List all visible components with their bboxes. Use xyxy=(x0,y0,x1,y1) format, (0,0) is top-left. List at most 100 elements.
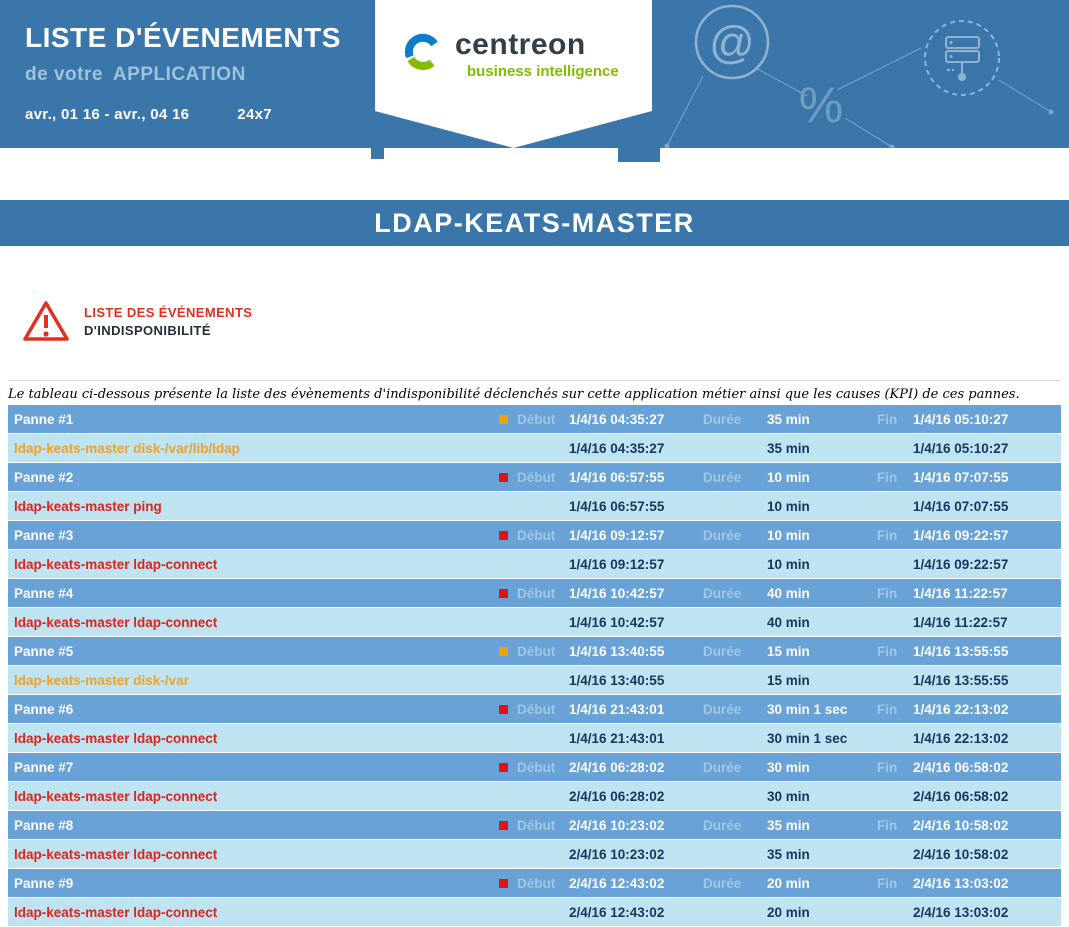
severity-indicator xyxy=(499,647,508,656)
kpi-name: ldap-keats-master disk-/var/lib/ldap xyxy=(14,441,499,456)
end-label: Fin xyxy=(877,644,913,659)
end-value: 2/4/16 06:58:02 xyxy=(913,789,1061,804)
logo-tagline: business intelligence xyxy=(467,63,619,80)
start-value: 1/4/16 09:12:57 xyxy=(569,528,703,543)
kpi-detail-row: ldap-keats-master ldap-connect 1/4/16 09… xyxy=(8,550,1061,578)
event-name: Panne #8 xyxy=(14,818,499,833)
percent-symbol: % xyxy=(799,77,843,133)
duration-label: Durée xyxy=(703,586,767,601)
duration-value: 30 min xyxy=(767,789,877,804)
severity-indicator xyxy=(499,879,508,888)
end-value: 2/4/16 10:58:02 xyxy=(913,818,1061,833)
severity-indicator-cell xyxy=(499,412,517,427)
event-name: Panne #3 xyxy=(14,528,499,543)
severity-indicator xyxy=(499,705,508,714)
end-value: 1/4/16 05:10:27 xyxy=(913,412,1061,427)
event-header-row: Panne #2 Début 1/4/16 06:57:55 Durée 10 … xyxy=(8,463,1061,491)
severity-indicator-cell xyxy=(499,702,517,717)
start-value: 1/4/16 10:42:57 xyxy=(569,586,703,601)
duration-label: Durée xyxy=(703,818,767,833)
banner-text-block: LISTE D'ÉVENEMENTS de votreAPPLICATION a… xyxy=(25,22,341,123)
duration-value: 40 min xyxy=(767,615,877,630)
report-timeperiod: 24x7 xyxy=(237,106,272,123)
severity-indicator-cell xyxy=(499,644,517,659)
duration-value: 30 min 1 sec xyxy=(767,731,877,746)
events-table: Panne #1 Début 1/4/16 04:35:27 Durée 35 … xyxy=(8,405,1061,927)
severity-indicator xyxy=(499,531,508,540)
network-dots xyxy=(665,110,1054,149)
duration-value: 15 min xyxy=(767,644,877,659)
duration-label: Durée xyxy=(703,412,767,427)
duration-value: 15 min xyxy=(767,673,877,688)
start-value: 1/4/16 10:42:57 xyxy=(569,615,703,630)
event-name: Panne #6 xyxy=(14,702,499,717)
start-value: 1/4/16 09:12:57 xyxy=(569,557,703,572)
start-value: 1/4/16 04:35:27 xyxy=(569,441,703,456)
event-header-row: Panne #1 Début 1/4/16 04:35:27 Durée 35 … xyxy=(8,405,1061,433)
start-label: Début xyxy=(517,760,569,775)
severity-indicator xyxy=(499,821,508,830)
start-value: 1/4/16 04:35:27 xyxy=(569,412,703,427)
severity-indicator-cell xyxy=(499,586,517,601)
event-name: Panne #2 xyxy=(14,470,499,485)
duration-label: Durée xyxy=(703,760,767,775)
centreon-logo-icon xyxy=(401,30,445,74)
end-label: Fin xyxy=(877,876,913,891)
start-label: Début xyxy=(517,644,569,659)
kpi-name: ldap-keats-master ping xyxy=(14,499,499,514)
severity-indicator-cell xyxy=(499,818,517,833)
banner-stub-left xyxy=(371,148,384,159)
application-name: LDAP-KEATS-MASTER xyxy=(374,208,694,239)
logo-text-block: centreon business intelligence xyxy=(455,30,619,80)
event-header-row: Panne #4 Début 1/4/16 10:42:57 Durée 40 … xyxy=(8,579,1061,607)
end-value: 2/4/16 13:03:02 xyxy=(913,905,1061,920)
start-value: 1/4/16 13:40:55 xyxy=(569,673,703,688)
kpi-name: ldap-keats-master disk-/var xyxy=(14,673,499,688)
end-value: 1/4/16 11:22:57 xyxy=(913,586,1061,601)
kpi-detail-row: ldap-keats-master ping 1/4/16 06:57:55 1… xyxy=(8,492,1061,520)
start-label: Début xyxy=(517,528,569,543)
severity-indicator-cell xyxy=(499,470,517,485)
duration-value: 10 min xyxy=(767,557,877,572)
duration-label: Durée xyxy=(703,528,767,543)
end-label: Fin xyxy=(877,818,913,833)
duration-value: 35 min xyxy=(767,412,877,427)
logo-wordmark: centreon xyxy=(455,30,619,60)
duration-value: 35 min xyxy=(767,818,877,833)
kpi-name: ldap-keats-master ldap-connect xyxy=(14,615,499,630)
severity-indicator-cell xyxy=(499,528,517,543)
kpi-name: ldap-keats-master ldap-connect xyxy=(14,731,499,746)
report-subtitle-object: APPLICATION xyxy=(113,64,246,85)
severity-indicator xyxy=(499,589,508,598)
duration-label: Durée xyxy=(703,876,767,891)
start-value: 2/4/16 12:43:02 xyxy=(569,876,703,891)
duration-value: 10 min xyxy=(767,528,877,543)
end-value: 1/4/16 07:07:55 xyxy=(913,470,1061,485)
start-label: Début xyxy=(517,818,569,833)
severity-indicator-cell xyxy=(499,760,517,775)
end-label: Fin xyxy=(877,528,913,543)
end-value: 1/4/16 22:13:02 xyxy=(913,731,1061,746)
start-value: 2/4/16 10:23:02 xyxy=(569,818,703,833)
kpi-detail-row: ldap-keats-master ldap-connect 2/4/16 06… xyxy=(8,782,1061,810)
end-label: Fin xyxy=(877,760,913,775)
end-value: 1/4/16 07:07:55 xyxy=(913,499,1061,514)
report-title: LISTE D'ÉVENEMENTS xyxy=(25,22,341,54)
end-value: 1/4/16 09:22:57 xyxy=(913,557,1061,572)
kpi-name: ldap-keats-master ldap-connect xyxy=(14,847,499,862)
duration-value: 30 min xyxy=(767,760,877,775)
event-name: Panne #9 xyxy=(14,876,499,891)
event-header-row: Panne #5 Début 1/4/16 13:40:55 Durée 15 … xyxy=(8,637,1061,665)
start-value: 2/4/16 06:28:02 xyxy=(569,789,703,804)
start-value: 1/4/16 21:43:01 xyxy=(569,702,703,717)
duration-value: 20 min xyxy=(767,876,877,891)
event-header-row: Panne #7 Début 2/4/16 06:28:02 Durée 30 … xyxy=(8,753,1061,781)
kpi-name: ldap-keats-master ldap-connect xyxy=(14,557,499,572)
report-date-range: avr., 01 16 - avr., 04 16 xyxy=(25,106,189,123)
warning-triangle-icon xyxy=(22,298,70,344)
event-name: Panne #1 xyxy=(14,412,499,427)
section-heading: LISTE DES ÉVÉNEMENTS D'INDISPONIBILITÉ xyxy=(22,298,252,344)
duration-label: Durée xyxy=(703,644,767,659)
duration-value: 40 min xyxy=(767,586,877,601)
end-label: Fin xyxy=(877,412,913,427)
